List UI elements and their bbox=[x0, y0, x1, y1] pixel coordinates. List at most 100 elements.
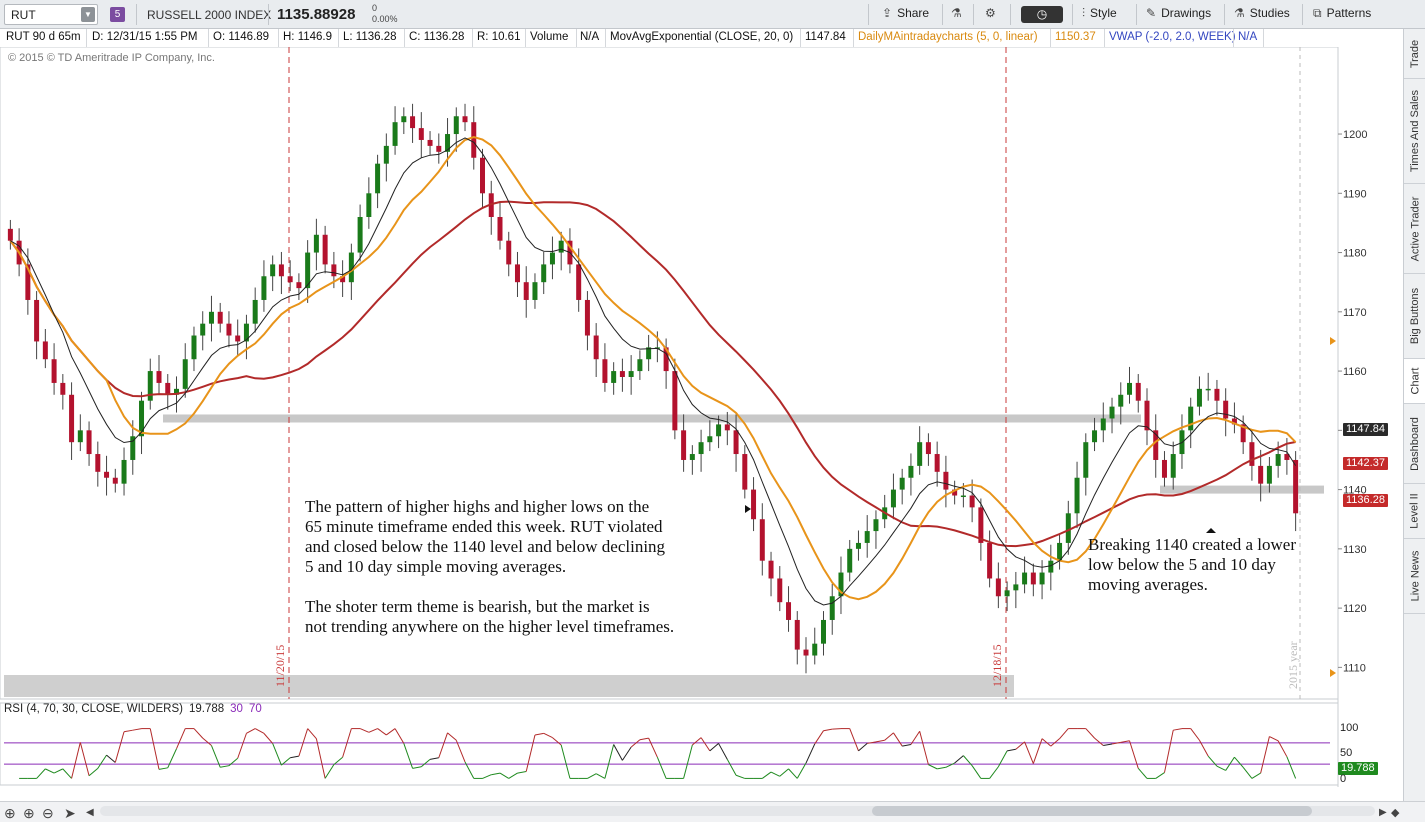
share-label: Share bbox=[897, 6, 930, 20]
chevron-down-icon[interactable]: ▼ bbox=[81, 7, 95, 22]
tab-label: Big Buttons bbox=[1409, 287, 1422, 345]
rsi-axis-50: 50 bbox=[1340, 747, 1353, 759]
candle-up bbox=[628, 371, 634, 377]
patterns-button[interactable]: ⧉ Patterns bbox=[1313, 6, 1371, 21]
flask-button[interactable]: ⚗ bbox=[951, 6, 967, 20]
candle-down bbox=[462, 116, 468, 123]
tab-label: Active Trader bbox=[1409, 196, 1421, 261]
scroll-right-icon[interactable]: ▶ bbox=[1379, 807, 1387, 818]
period-label[interactable]: RUT 90 d 65m bbox=[6, 31, 81, 43]
y-tick-label: 1110 bbox=[1343, 662, 1366, 674]
candle-up bbox=[1092, 430, 1098, 443]
tab-live-news[interactable]: Live News bbox=[1404, 539, 1425, 614]
candle-down bbox=[768, 560, 774, 579]
scroll-left-icon[interactable]: ◀ bbox=[86, 807, 94, 818]
scrollbar-thumb[interactable] bbox=[872, 806, 1312, 816]
candle-down bbox=[427, 139, 433, 146]
candle-up bbox=[1083, 442, 1089, 478]
flask-icon: ⚗ bbox=[951, 6, 962, 20]
expand-icon[interactable]: ◆ bbox=[1391, 806, 1399, 819]
tab-trade[interactable]: Trade bbox=[1404, 29, 1425, 79]
cursor-icon[interactable]: ➤ bbox=[64, 805, 76, 822]
tab-level-ii[interactable]: Level II bbox=[1404, 484, 1425, 539]
daily-ma-label[interactable]: DailyMAintradaycharts (5, 0, linear) bbox=[858, 31, 1038, 43]
candle-up bbox=[1048, 560, 1054, 573]
tab-big-buttons[interactable]: Big Buttons bbox=[1404, 274, 1425, 359]
bottom-band bbox=[4, 675, 1014, 697]
candle-down bbox=[471, 122, 477, 158]
divider bbox=[208, 29, 209, 47]
ma-price-tag: 1142.37 bbox=[1343, 457, 1388, 470]
clock-icon: ◷ bbox=[1036, 7, 1048, 21]
tab-chart[interactable]: Chart bbox=[1404, 359, 1425, 404]
candle-up bbox=[864, 531, 870, 543]
tab-label: Trade bbox=[1409, 39, 1422, 68]
candle-up bbox=[611, 371, 617, 383]
candle-up bbox=[1127, 382, 1133, 395]
style-label: Style bbox=[1090, 6, 1117, 20]
ema-label[interactable]: MovAvgExponential (CLOSE, 20, 0) bbox=[610, 31, 793, 43]
divider bbox=[1224, 4, 1225, 25]
candle-up bbox=[1170, 454, 1176, 478]
gear-icon: ⚙ bbox=[985, 6, 996, 20]
candle-up bbox=[820, 619, 826, 644]
patterns-label: Patterns bbox=[1326, 6, 1372, 20]
volume-label[interactable]: Volume bbox=[530, 31, 568, 43]
candle-up bbox=[716, 424, 722, 437]
candle-up bbox=[182, 359, 188, 389]
candle-up bbox=[1188, 406, 1194, 431]
percent-change: 0.00% bbox=[372, 14, 398, 24]
tab-dashboard[interactable]: Dashboard bbox=[1404, 404, 1425, 484]
candle-down bbox=[287, 276, 293, 283]
high-label: H: 1146.9 bbox=[283, 31, 333, 43]
studies-label: Studies bbox=[1249, 6, 1290, 20]
zoom-out-icon[interactable]: ⊖ bbox=[42, 805, 54, 822]
candle-up bbox=[1004, 590, 1010, 597]
candle-down bbox=[786, 602, 792, 620]
rsi-label[interactable]: RSI (4, 70, 30, CLOSE, WILDERS) bbox=[4, 703, 183, 715]
candle-down bbox=[104, 471, 110, 478]
symbol-input[interactable]: RUT ▼ bbox=[4, 4, 98, 25]
candle-down bbox=[742, 454, 748, 490]
zoom-icon[interactable]: ⊕ bbox=[4, 805, 16, 822]
studies-button[interactable]: ⚗ Studies bbox=[1234, 6, 1290, 20]
drawings-button[interactable]: ✎ Drawings bbox=[1146, 6, 1211, 20]
volume-value: N/A bbox=[580, 31, 600, 43]
candle-down bbox=[751, 489, 757, 520]
candle-up bbox=[1196, 388, 1202, 407]
y-tick-label: 1170 bbox=[1343, 307, 1367, 319]
candle-down bbox=[418, 128, 424, 140]
candle-down bbox=[42, 341, 48, 360]
vwap-label[interactable]: VWAP (-2.0, 2.0, WEEK) bbox=[1109, 31, 1236, 43]
share-button[interactable]: ⇪ Share bbox=[882, 6, 929, 20]
candle-up bbox=[121, 459, 127, 484]
candle-up bbox=[375, 163, 381, 194]
tab-times-and-sales[interactable]: Times And Sales bbox=[1404, 79, 1425, 184]
tab-active-trader[interactable]: Active Trader bbox=[1404, 184, 1425, 274]
tab-label: Times And Sales bbox=[1409, 89, 1422, 173]
candle-down bbox=[1161, 459, 1167, 478]
price-chart[interactable]: 1110112011301140115011601170118011901200… bbox=[0, 47, 1403, 787]
time-frame-button[interactable]: ◷ bbox=[1021, 6, 1063, 23]
zoom-in-icon[interactable]: ⊕ bbox=[23, 805, 35, 822]
y-tick-label: 1160 bbox=[1343, 366, 1367, 378]
candle-down bbox=[602, 359, 608, 383]
settings-button[interactable]: ⚙ bbox=[985, 6, 1001, 20]
candle-up bbox=[829, 596, 835, 620]
divider bbox=[1263, 29, 1264, 47]
open-label: O: 1146.89 bbox=[213, 31, 270, 43]
candle-down bbox=[576, 264, 582, 300]
candle-up bbox=[812, 643, 818, 656]
y-tick-label: 1180 bbox=[1343, 248, 1367, 260]
link-group-badge[interactable]: 5 bbox=[110, 7, 125, 22]
candle-down bbox=[1135, 382, 1141, 401]
candle-up bbox=[532, 282, 538, 300]
tab-label: Level II bbox=[1409, 493, 1421, 529]
rsi-overbought-label: 70 bbox=[248, 703, 262, 715]
style-button[interactable]: ⫶ Style bbox=[1082, 6, 1117, 21]
candle-up bbox=[445, 134, 451, 152]
candle-up bbox=[191, 335, 197, 360]
candle-down bbox=[86, 430, 92, 455]
candle-up bbox=[147, 371, 153, 401]
candle-up bbox=[698, 442, 704, 455]
